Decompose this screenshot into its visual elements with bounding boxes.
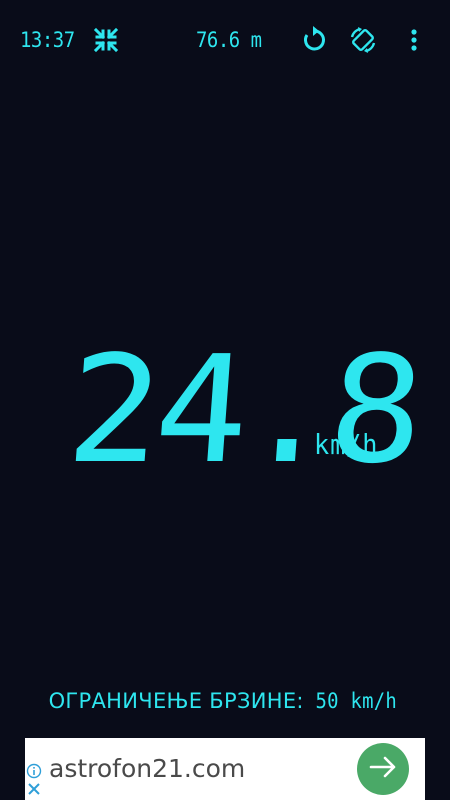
altitude-readout: 76.6 m bbox=[196, 28, 262, 52]
arrow-right-icon bbox=[368, 752, 398, 786]
more-vert-icon bbox=[409, 27, 419, 53]
speed-limit-label: ОГРАНИЧЕЊЕ БРЗИНЕ: bbox=[48, 689, 304, 713]
speed-unit: km/h bbox=[314, 428, 379, 461]
rotate-screen-button[interactable] bbox=[347, 24, 379, 56]
reset-icon bbox=[300, 26, 328, 54]
ad-info-icon[interactable] bbox=[25, 762, 43, 780]
ad-text[interactable]: astrofon21.com bbox=[49, 752, 245, 786]
fullscreen-exit-button[interactable] bbox=[90, 24, 122, 56]
top-bar: 13:37 76.6 m bbox=[0, 0, 450, 80]
ad-banner[interactable]: astrofon21.com bbox=[25, 738, 425, 800]
speed-display: 24.8 km/h bbox=[0, 324, 450, 496]
ad-open-button[interactable] bbox=[357, 743, 409, 795]
fullscreen-exit-icon bbox=[92, 26, 120, 54]
reset-button[interactable] bbox=[298, 24, 330, 56]
screen-rotation-icon bbox=[348, 25, 378, 55]
ad-close-icon[interactable] bbox=[25, 780, 43, 798]
speed-limit[interactable]: ОГРАНИЧЕЊЕ БРЗИНЕ: 50 km/h bbox=[0, 686, 450, 716]
menu-button[interactable] bbox=[398, 24, 430, 56]
speed-limit-value: 50 km/h bbox=[315, 689, 397, 713]
clock: 13:37 bbox=[20, 28, 75, 52]
